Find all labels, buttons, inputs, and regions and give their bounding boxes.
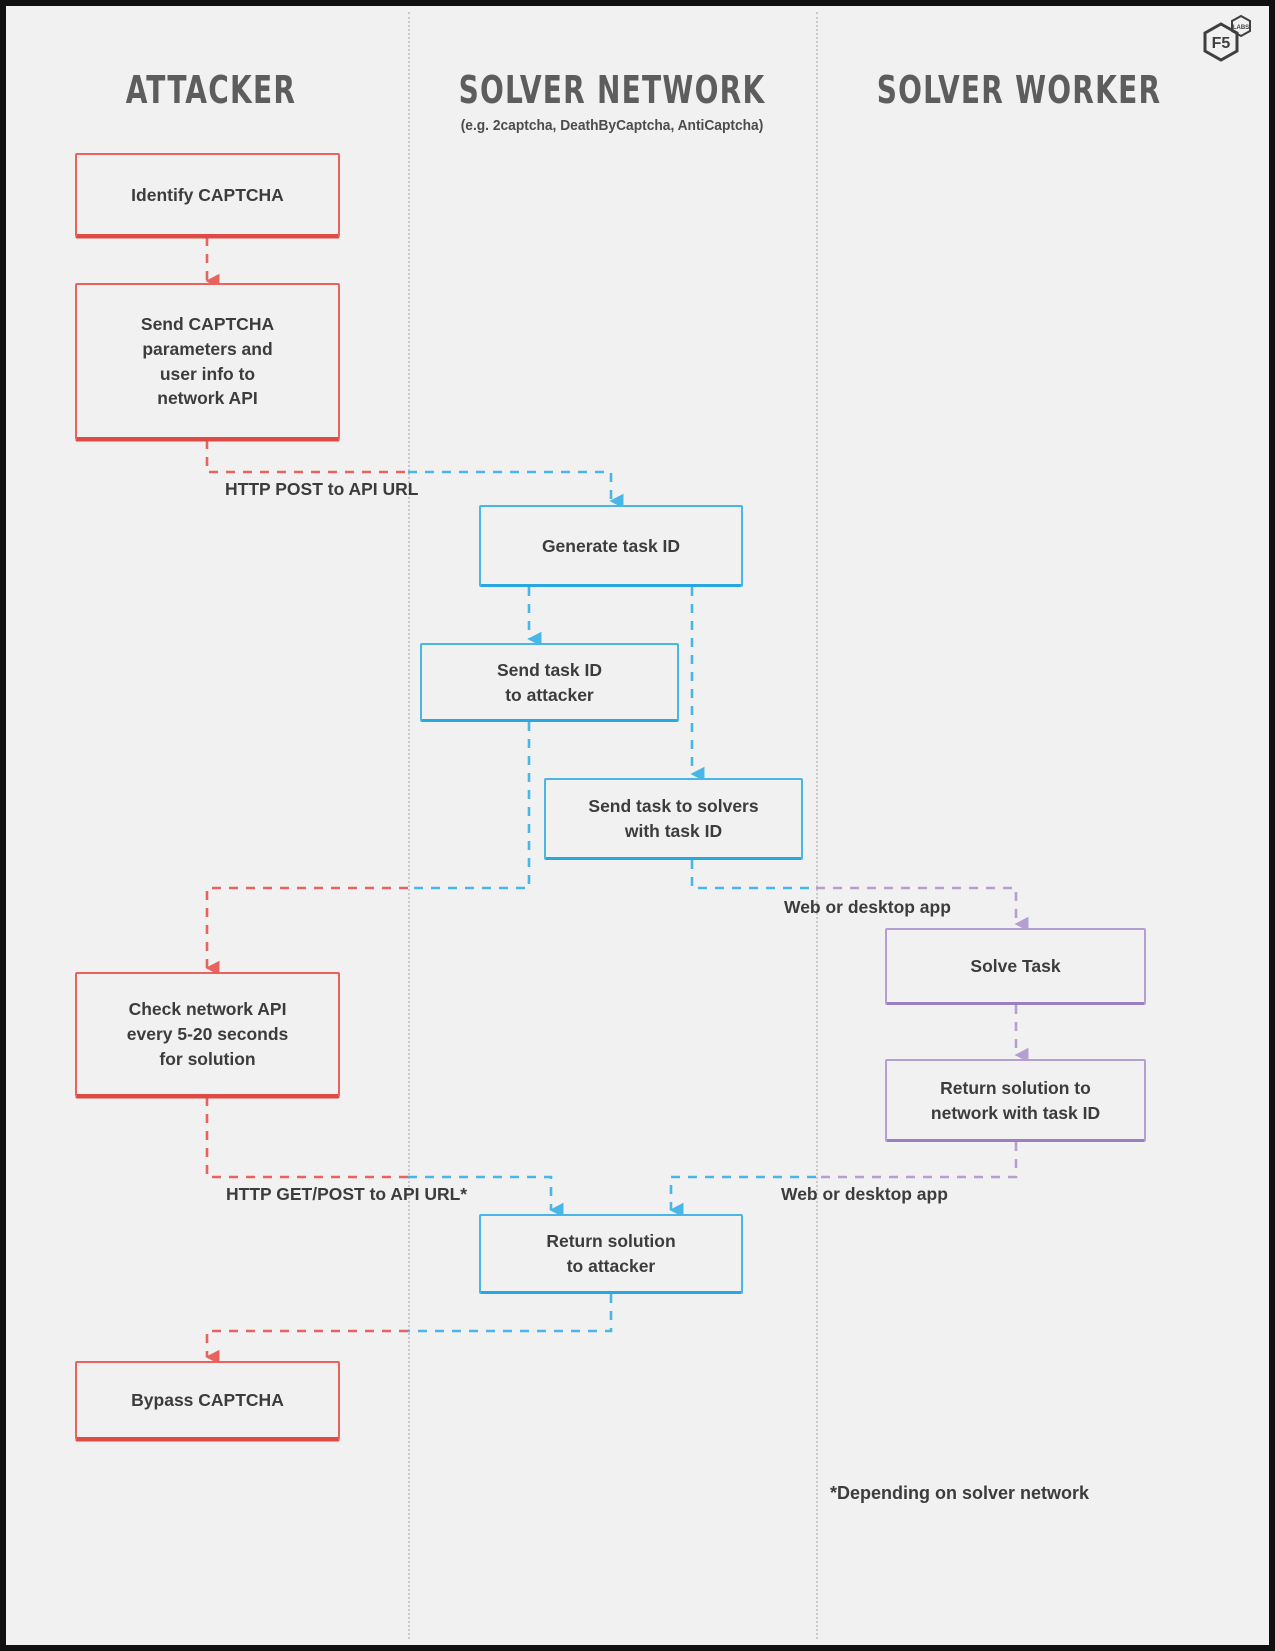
node-label: Check network API every 5-20 seconds for… [126,999,289,1069]
connector-label-web-desktop-app-bottom: Web or desktop app [781,1184,948,1204]
connector-label-http-post: HTTP POST to API URL [225,479,419,499]
node-label: Solve Task [970,956,1061,977]
lane-header-solver-network: SOLVER NETWORK (e.g. 2captcha, DeathByCa… [412,68,812,134]
node-send-task-to-solvers[interactable]: Send task to solvers with task ID [544,778,803,860]
footnote: *Depending on solver network [830,1483,1090,1503]
lane-title-solver-network: SOLVER NETWORK [458,68,766,112]
lane-title-solver-worker: SOLVER WORKER [876,68,1162,112]
connector-label-http-get-post: HTTP GET/POST to API URL* [226,1184,468,1204]
lane-subtitle-solver-network: (e.g. 2captcha, DeathByCaptcha, AntiCapt… [460,118,764,134]
node-label: Return solution to network with task ID [930,1077,1101,1123]
svg-text:LABS: LABS [1233,25,1249,31]
lane-divider-attacker-solvernetwork [408,12,410,1639]
node-label: Send task to solvers with task ID [588,796,759,841]
node-label: Generate task ID [541,535,681,556]
svg-text:F5: F5 [1212,35,1231,52]
lane-header-solver-worker: SOLVER WORKER [824,68,1214,112]
node-generate-task-id[interactable]: Generate task ID [479,505,743,587]
lane-title-attacker: ATTACKER [125,68,297,112]
connector-label-web-desktop-app-top: Web or desktop app [784,897,951,917]
node-label: Send task ID to attacker [496,659,603,705]
node-identify-captcha[interactable]: Identify CAPTCHA [75,153,340,237]
node-return-solution-to-network[interactable]: Return solution to network with task ID [885,1059,1146,1142]
node-solve-task[interactable]: Solve Task [885,928,1146,1005]
node-label: Bypass CAPTCHA [131,1390,284,1411]
node-send-task-id-to-attacker[interactable]: Send task ID to attacker [420,643,679,722]
diagram-canvas: F5 LABS ATTACKER SOLVER NETWORK (e.g. 2c… [0,0,1275,1651]
node-label: Return solution to attacker [546,1231,676,1276]
node-return-solution-to-attacker[interactable]: Return solution to attacker [479,1214,743,1294]
lane-divider-solvernetwork-solverworker [816,12,818,1639]
lane-header-attacker: ATTACKER [46,68,376,112]
node-bypass-captcha[interactable]: Bypass CAPTCHA [75,1361,340,1440]
node-label: Send CAPTCHA parameters and user info to… [140,313,275,409]
node-check-network-api[interactable]: Check network API every 5-20 seconds for… [75,972,340,1097]
node-send-captcha-params[interactable]: Send CAPTCHA parameters and user info to… [75,283,340,440]
node-label: Identify CAPTCHA [131,184,284,205]
